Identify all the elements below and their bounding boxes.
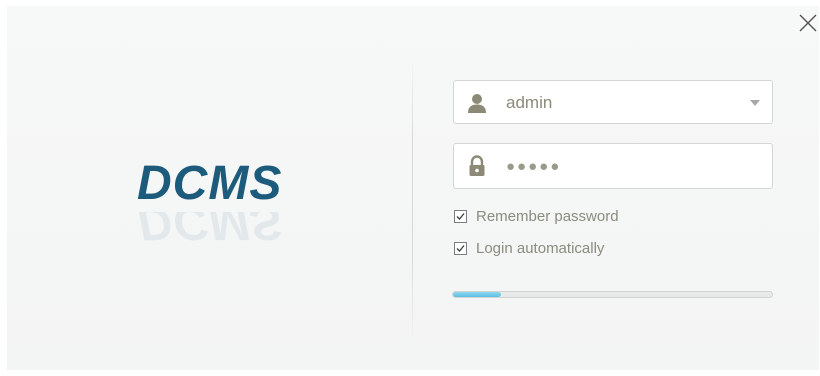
login-progress-bar: [452, 291, 773, 298]
close-button[interactable]: [797, 12, 819, 34]
checkmark-icon: [456, 244, 465, 252]
app-logo: DCMS: [137, 157, 283, 210]
panel-divider: [412, 54, 413, 344]
login-automatically-option[interactable]: Login automatically: [454, 238, 604, 258]
brand-panel: DCMS DCMS: [7, 6, 409, 370]
user-icon: [466, 92, 488, 114]
login-window: DCMS DCMS admin ●●●●● Remember password …: [7, 6, 819, 370]
checkmark-icon: [456, 212, 465, 220]
chevron-down-icon[interactable]: [750, 100, 760, 106]
login-automatically-checkbox[interactable]: [454, 241, 467, 255]
username-select[interactable]: admin: [453, 80, 773, 124]
app-logo-reflection: DCMS: [137, 212, 283, 249]
login-progress-fill: [453, 292, 501, 297]
password-field[interactable]: ●●●●●: [453, 143, 773, 189]
remember-password-option[interactable]: Remember password: [454, 206, 619, 226]
remember-password-checkbox[interactable]: [454, 209, 467, 223]
lock-icon: [466, 155, 488, 177]
password-mask: ●●●●●: [506, 158, 562, 175]
login-automatically-label: Login automatically: [476, 239, 605, 257]
remember-password-label: Remember password: [476, 207, 619, 225]
username-value: admin: [506, 93, 553, 112]
close-icon: [799, 14, 817, 32]
